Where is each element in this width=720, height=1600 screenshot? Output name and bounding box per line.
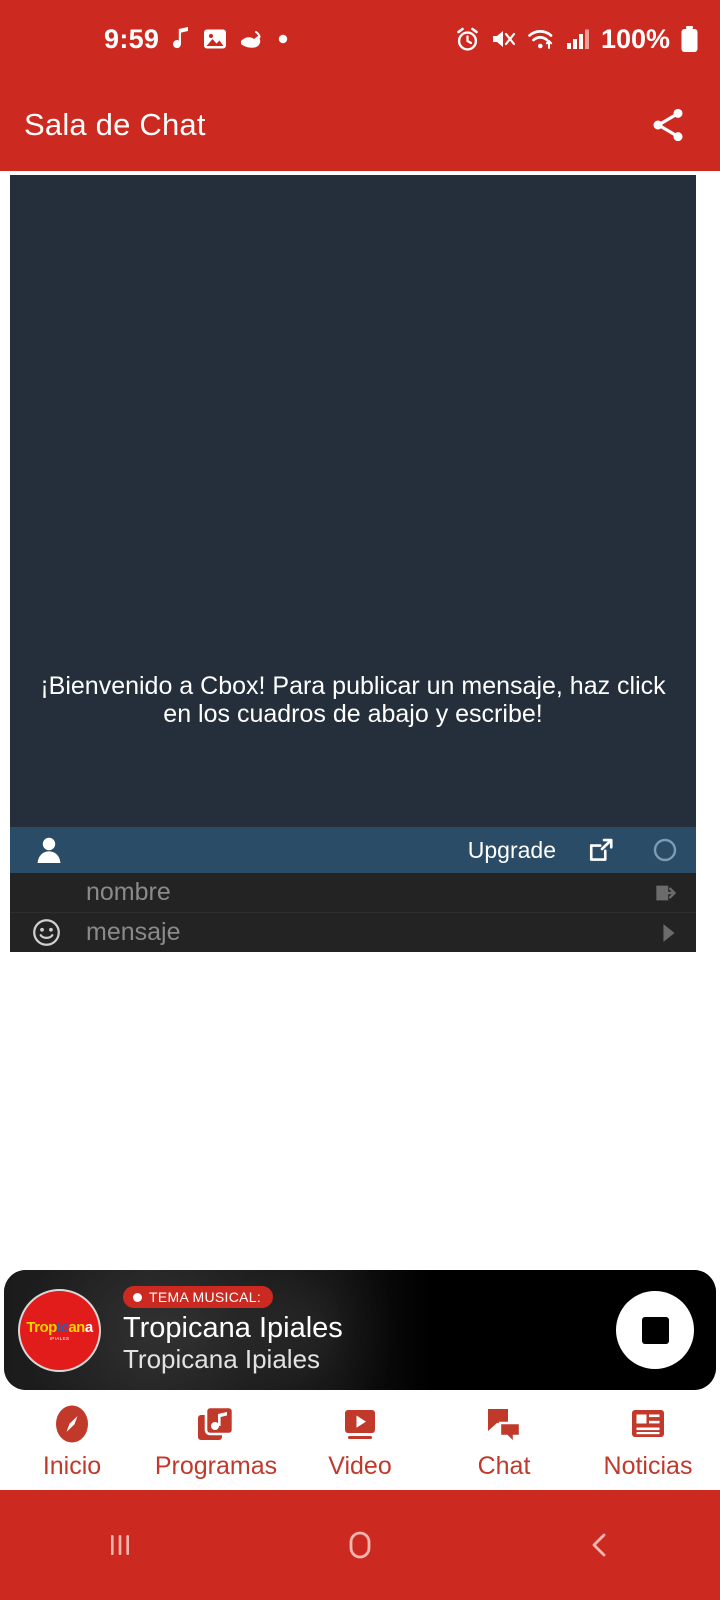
login-arrow-icon[interactable] xyxy=(652,880,678,906)
phone-screen: 9:59 100% Sala de Chat ¡Bienvenido a Cbo… xyxy=(0,0,720,1600)
cleaner-icon xyxy=(239,28,265,50)
logo-part-1: Trop xyxy=(26,1318,57,1336)
cbox-upgrade-link[interactable]: Upgrade xyxy=(468,837,556,864)
chat-bubbles-icon xyxy=(483,1402,525,1446)
nav-label-video: Video xyxy=(328,1452,392,1480)
nav-label-noticias: Noticias xyxy=(603,1452,693,1480)
cbox-input-area: nombre mensaje xyxy=(10,873,696,952)
nav-label-programas: Programas xyxy=(154,1452,278,1480)
back-button[interactable] xyxy=(480,1525,720,1565)
logo-part-4: a xyxy=(84,1318,93,1336)
battery-icon xyxy=(681,25,698,53)
nav-label-chat: Chat xyxy=(477,1452,531,1480)
nav-item-programas[interactable]: Programas xyxy=(144,1402,288,1481)
page-title: Sala de Chat xyxy=(24,106,206,142)
bottom-navigation: Inicio Programas Video Chat Noticias xyxy=(0,1393,720,1490)
wifi-icon xyxy=(528,28,555,51)
battery-percent-label: 100% xyxy=(600,23,670,54)
app-bar: Sala de Chat xyxy=(0,78,720,171)
image-icon xyxy=(203,27,227,51)
status-badge: TEMA MUSICAL: xyxy=(123,1286,274,1309)
status-bar-right: 100% xyxy=(455,24,698,55)
nav-item-chat[interactable]: Chat xyxy=(432,1402,576,1481)
player-content: Tropicana IPIALES TEMA MUSICAL: Tropican… xyxy=(4,1270,716,1390)
cbox-message-row[interactable]: mensaje xyxy=(10,913,696,952)
mute-vibrate-icon xyxy=(491,27,517,51)
cbox-message-input[interactable]: mensaje xyxy=(86,918,660,947)
nav-label-inicio: Inicio xyxy=(42,1452,102,1480)
logo-part-3: an xyxy=(68,1318,85,1336)
music-library-icon xyxy=(195,1402,237,1446)
user-icon[interactable] xyxy=(36,836,62,864)
compass-icon xyxy=(51,1402,93,1446)
news-icon xyxy=(627,1402,669,1446)
station-logo-wordmark: Tropicana xyxy=(26,1318,93,1336)
circle-icon[interactable] xyxy=(652,837,678,863)
signal-icon xyxy=(566,28,590,51)
cbox-name-input[interactable]: nombre xyxy=(86,878,652,907)
track-title: Tropicana Ipiales xyxy=(123,1312,343,1345)
player-track-info: TEMA MUSICAL: Tropicana Ipiales Tropican… xyxy=(123,1286,616,1374)
share-icon[interactable] xyxy=(642,99,694,151)
stop-button[interactable] xyxy=(616,1291,694,1369)
audio-player-bar: Tropicana IPIALES TEMA MUSICAL: Tropican… xyxy=(4,1270,716,1390)
home-button[interactable] xyxy=(240,1523,480,1567)
logo-part-2: ic xyxy=(56,1318,69,1336)
badge-label: TEMA MUSICAL: xyxy=(149,1289,262,1306)
recents-button[interactable] xyxy=(0,1525,240,1565)
cbox-name-row[interactable]: nombre xyxy=(10,873,696,912)
status-bar-clock: 9:59 xyxy=(104,23,160,54)
cbox-chat-widget: ¡Bienvenido a Cbox! Para publicar un men… xyxy=(10,175,696,952)
dot-icon xyxy=(277,33,289,45)
station-logo-tagline: IPIALES xyxy=(49,1335,70,1341)
video-play-icon xyxy=(339,1402,381,1446)
nav-item-inicio[interactable]: Inicio xyxy=(0,1402,144,1481)
cbox-message-list[interactable]: ¡Bienvenido a Cbox! Para publicar un men… xyxy=(10,175,696,827)
nav-item-noticias[interactable]: Noticias xyxy=(576,1402,720,1481)
system-navigation-bar xyxy=(0,1490,720,1600)
cbox-toolbar: Upgrade xyxy=(10,827,696,873)
track-subtitle: Tropicana Ipiales xyxy=(123,1343,321,1374)
alarm-icon xyxy=(455,27,480,52)
cbox-welcome-message: ¡Bienvenido a Cbox! Para publicar un men… xyxy=(40,672,666,728)
smiley-icon[interactable] xyxy=(32,918,86,947)
status-bar-left: 9:59 xyxy=(22,24,289,55)
station-logo: Tropicana IPIALES xyxy=(18,1288,101,1372)
popout-icon[interactable] xyxy=(586,835,616,865)
badge-dot-icon xyxy=(133,1292,142,1302)
status-bar: 9:59 100% xyxy=(0,0,720,78)
stop-square-icon xyxy=(641,1316,669,1344)
nav-item-video[interactable]: Video xyxy=(288,1402,432,1481)
send-triangle-icon[interactable] xyxy=(660,923,678,943)
music-note-icon xyxy=(171,27,191,51)
